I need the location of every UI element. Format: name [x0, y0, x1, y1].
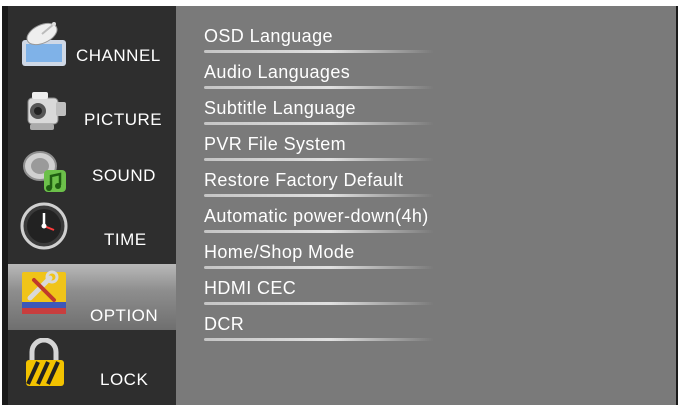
sidebar-item-label: OPTION — [90, 306, 159, 325]
menu-item-underline — [204, 338, 434, 341]
menu-item-underline — [204, 50, 434, 53]
sidebar-item-time[interactable]: TIME — [8, 202, 176, 264]
menu-item-underline — [204, 122, 434, 125]
menu-item-label: Restore Factory Default — [204, 170, 404, 190]
satellite-dish-icon — [22, 22, 66, 66]
menu-item-label: PVR File System — [204, 134, 347, 154]
menu-item-label: Automatic power-down(4h) — [204, 206, 429, 226]
sidebar-item-label: PICTURE — [84, 110, 163, 129]
menu-item-underline — [204, 302, 434, 305]
camcorder-icon — [27, 92, 66, 130]
menu-item-label: DCR — [204, 314, 245, 334]
sidebar-item-label: LOCK — [100, 370, 149, 389]
sidebar-item-sound[interactable]: SOUND — [8, 140, 176, 202]
padlock-icon — [26, 338, 64, 386]
option-menu-panel: OSD Language Audio Languages Subtitle La… — [176, 6, 676, 405]
sidebar-item-lock[interactable]: LOCK — [8, 332, 176, 402]
sidebar-item-option[interactable]: OPTION — [8, 264, 176, 330]
menu-item-label: HDMI CEC — [204, 278, 297, 298]
sidebar-item-label: CHANNEL — [76, 46, 161, 65]
menu-item-underline — [204, 158, 434, 161]
tv-menu-frame: CHANNEL PICTURE SOUND TIME OPTION LOCK O… — [2, 6, 678, 405]
menu-item-label: OSD Language — [204, 26, 333, 46]
sidebar-item-label: TIME — [104, 230, 147, 249]
menu-item-underline — [204, 86, 434, 89]
menu-item-label: Home/Shop Mode — [204, 242, 355, 262]
speaker-music-icon — [23, 151, 66, 192]
menu-item-underline — [204, 230, 434, 233]
sidebar: CHANNEL PICTURE SOUND TIME OPTION LOCK — [8, 6, 176, 405]
tools-icon — [22, 270, 66, 314]
menu-item-label: Audio Languages — [204, 62, 351, 82]
clock-icon — [20, 202, 68, 250]
menu-item-label: Subtitle Language — [204, 98, 356, 118]
sidebar-item-picture[interactable]: PICTURE — [8, 78, 176, 140]
sidebar-item-label: SOUND — [92, 166, 156, 185]
sidebar-item-channel[interactable]: CHANNEL — [8, 16, 176, 78]
menu-item-underline — [204, 266, 434, 269]
menu-item-underline — [204, 194, 434, 197]
